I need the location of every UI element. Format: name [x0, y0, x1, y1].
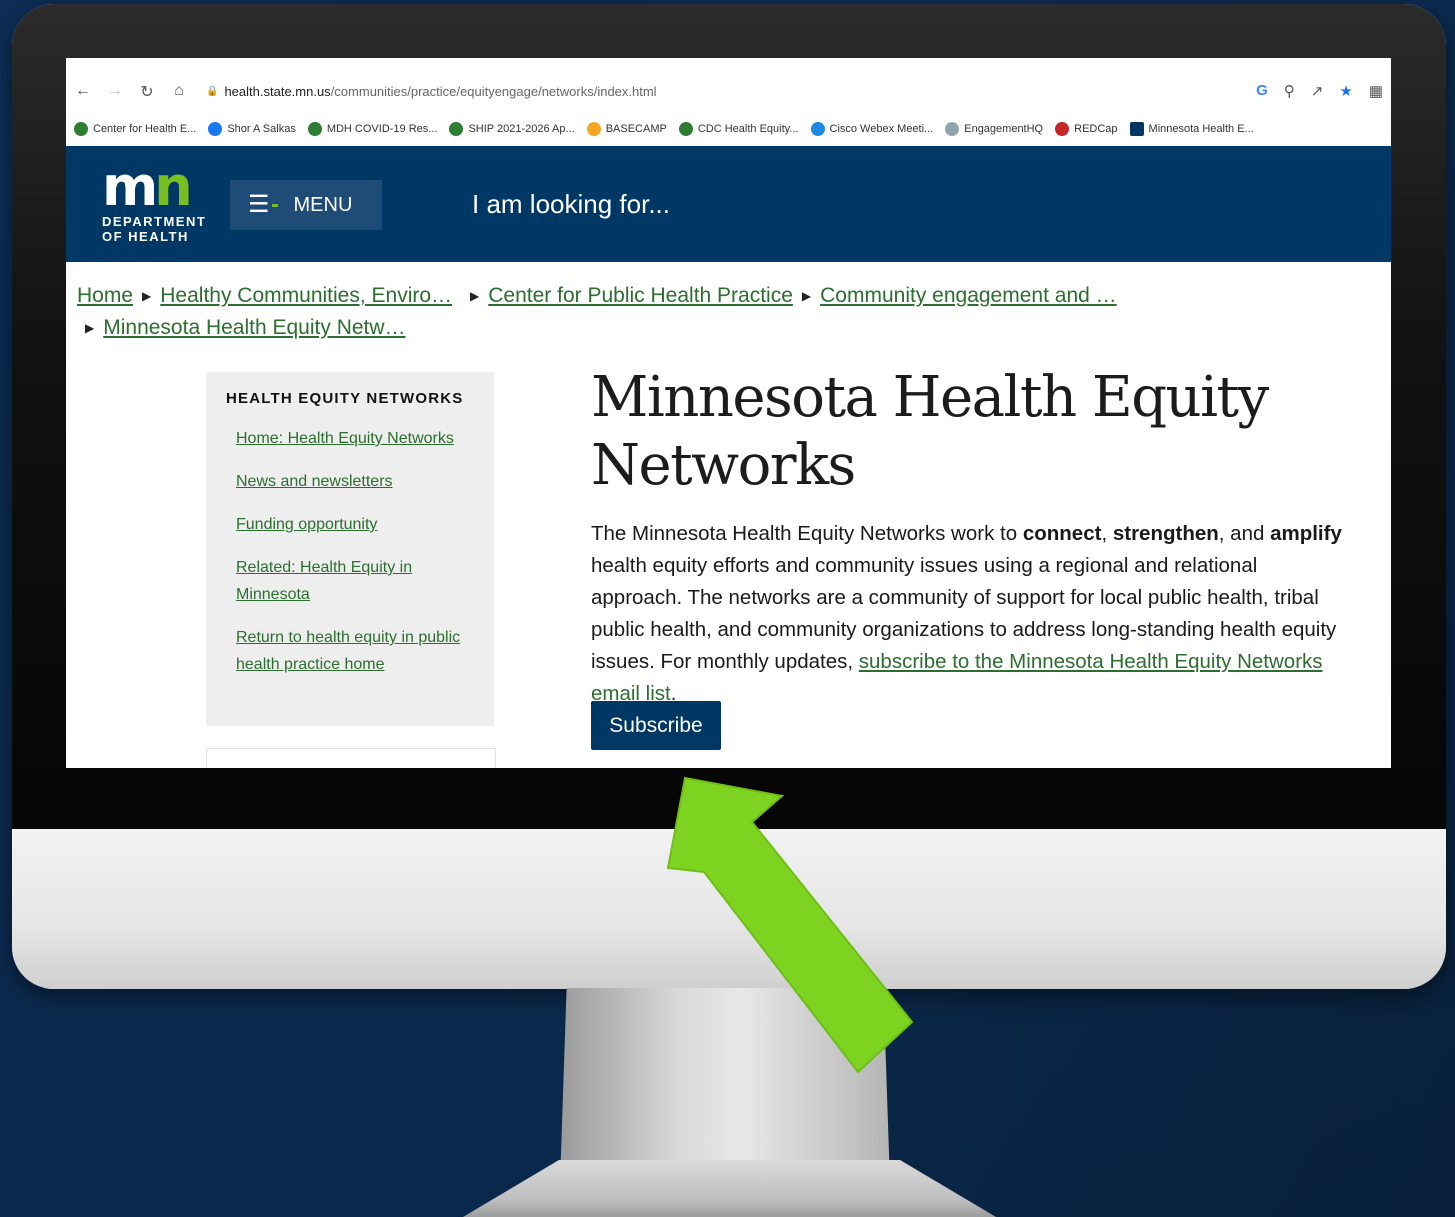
- url-path: /communities/practice/equityengage/netwo…: [330, 84, 657, 99]
- menu-button[interactable]: ☰ MENU: [230, 180, 382, 230]
- caret-right-icon: ▶: [801, 289, 812, 303]
- breadcrumb-center-public-health[interactable]: Center for Public Health Practice: [488, 284, 793, 307]
- sidebar-link-news[interactable]: News and newsletters: [236, 468, 474, 495]
- breadcrumb-health-equity-networks[interactable]: Minnesota Health Equity Netw…: [103, 316, 405, 339]
- bookmark-icon: [307, 122, 322, 136]
- bookmark-icon: [678, 122, 693, 136]
- bookmark-item[interactable]: Cisco Webex Meeti...: [810, 122, 933, 136]
- browser-screen: ← → ↻ ⌂ 🔒 health.state.mn.us/communities…: [66, 58, 1391, 768]
- caret-right-icon: ▶: [142, 289, 152, 303]
- bookmark-item[interactable]: SHIP 2021-2026 Ap...: [449, 122, 575, 136]
- caret-right-icon: ▶: [470, 289, 480, 303]
- logo-mark: mn: [102, 155, 193, 218]
- breadcrumb: Home ▶ Healthy Communities, Enviro… ▶ Center…: [77, 280, 1277, 344]
- basecamp-icon: [586, 122, 601, 136]
- url-host: health.state.mn.us: [224, 84, 331, 99]
- bookmarks-bar: Center for Health E... Shor A Salkas MDH…: [66, 114, 1391, 144]
- search-input[interactable]: I am looking for...: [454, 172, 1354, 236]
- subscribe-button[interactable]: Subscribe: [591, 701, 721, 750]
- bold-connect: connect: [1022, 522, 1102, 545]
- browser-toolbar: ← → ↻ ⌂ 🔒 health.state.mn.us/communities…: [66, 58, 1391, 112]
- bookmark-item[interactable]: BASECAMP: [586, 122, 667, 136]
- green-arrow-icon: [666, 776, 914, 1074]
- webex-icon: [810, 122, 825, 136]
- breadcrumb-healthy-communities[interactable]: Healthy Communities, Enviro…: [160, 284, 452, 307]
- share-icon[interactable]: ↗: [1311, 82, 1324, 100]
- bookmark-star-icon[interactable]: ★: [1339, 82, 1352, 100]
- bookmark-item[interactable]: EngagementHQ: [945, 122, 1043, 136]
- bold-amplify: amplify: [1270, 522, 1342, 545]
- bookmark-item[interactable]: REDCap: [1055, 122, 1118, 136]
- mdh-logo[interactable]: mn DEPARTMENT OF HEALTH: [102, 155, 212, 245]
- browser-nav: ← → ↻ ⌂: [74, 82, 188, 102]
- bookmark-icon: [449, 122, 464, 136]
- caret-right-icon: ▶: [85, 321, 95, 335]
- address-bar[interactable]: 🔒 health.state.mn.us/communities/practic…: [206, 84, 657, 99]
- breadcrumb-home[interactable]: Home: [77, 284, 133, 307]
- bookmark-icon: [74, 122, 88, 136]
- engagementhq-icon: [945, 122, 960, 136]
- browser-extensions: G ⚲ ↗ ★ ▦: [1256, 82, 1383, 100]
- sidebar-link-home[interactable]: Home: Health Equity Networks: [236, 425, 474, 452]
- facebook-icon: [208, 122, 223, 136]
- google-icon[interactable]: G: [1256, 82, 1268, 100]
- sidebar-link-related[interactable]: Related: Health Equity in Minnesota: [236, 554, 426, 608]
- forward-icon[interactable]: →: [106, 82, 124, 102]
- page-title: Minnesota Health Equity Networks: [591, 365, 1269, 498]
- bookmark-item[interactable]: Shor A Salkas: [208, 122, 296, 136]
- bold-strengthen: strengthen: [1112, 522, 1219, 545]
- logo-line2: OF HEALTH: [102, 229, 189, 244]
- sidebar-link-funding[interactable]: Funding opportunity: [236, 511, 474, 538]
- intro-paragraph: The Minnesota Health Equity Networks wor…: [591, 522, 1342, 705]
- breadcrumb-community-engagement[interactable]: Community engagement and …: [820, 284, 1117, 307]
- bookmark-item[interactable]: MDH COVID-19 Res...: [307, 122, 437, 136]
- search-placeholder: I am looking for...: [472, 188, 670, 219]
- sidebar-nav: HEALTH EQUITY NETWORKS Home: Health Equi…: [206, 372, 494, 726]
- bookmark-item[interactable]: Minnesota Health E...: [1129, 122, 1254, 136]
- home-icon[interactable]: ⌂: [170, 82, 188, 102]
- main-content: Minnesota Health Equity Networks The Min…: [591, 364, 1351, 710]
- lock-icon: 🔒: [206, 86, 219, 97]
- sidebar-link-return[interactable]: Return to health equity in public health…: [236, 624, 481, 678]
- redcap-icon: [1055, 122, 1070, 136]
- bookmark-item[interactable]: Center for Health E...: [74, 122, 196, 136]
- back-icon[interactable]: ←: [74, 82, 92, 102]
- site-header: mn DEPARTMENT OF HEALTH ☰ MENU I am look…: [66, 146, 1391, 262]
- menu-accent: [271, 203, 278, 207]
- reload-icon[interactable]: ↻: [138, 82, 156, 102]
- bookmark-item[interactable]: CDC Health Equity...: [678, 122, 799, 136]
- menu-label: MENU: [293, 193, 353, 216]
- sidebar-title: HEALTH EQUITY NETWORKS: [226, 390, 464, 407]
- zoom-icon[interactable]: ⚲: [1284, 82, 1295, 100]
- extension-icon[interactable]: ▦: [1369, 82, 1383, 100]
- sidebar-secondary-box: [206, 748, 496, 768]
- mn-icon: [1129, 122, 1144, 136]
- hamburger-icon: ☰: [248, 191, 270, 218]
- logo-line1: DEPARTMENT: [102, 214, 207, 229]
- arrow-shape: [666, 776, 914, 1074]
